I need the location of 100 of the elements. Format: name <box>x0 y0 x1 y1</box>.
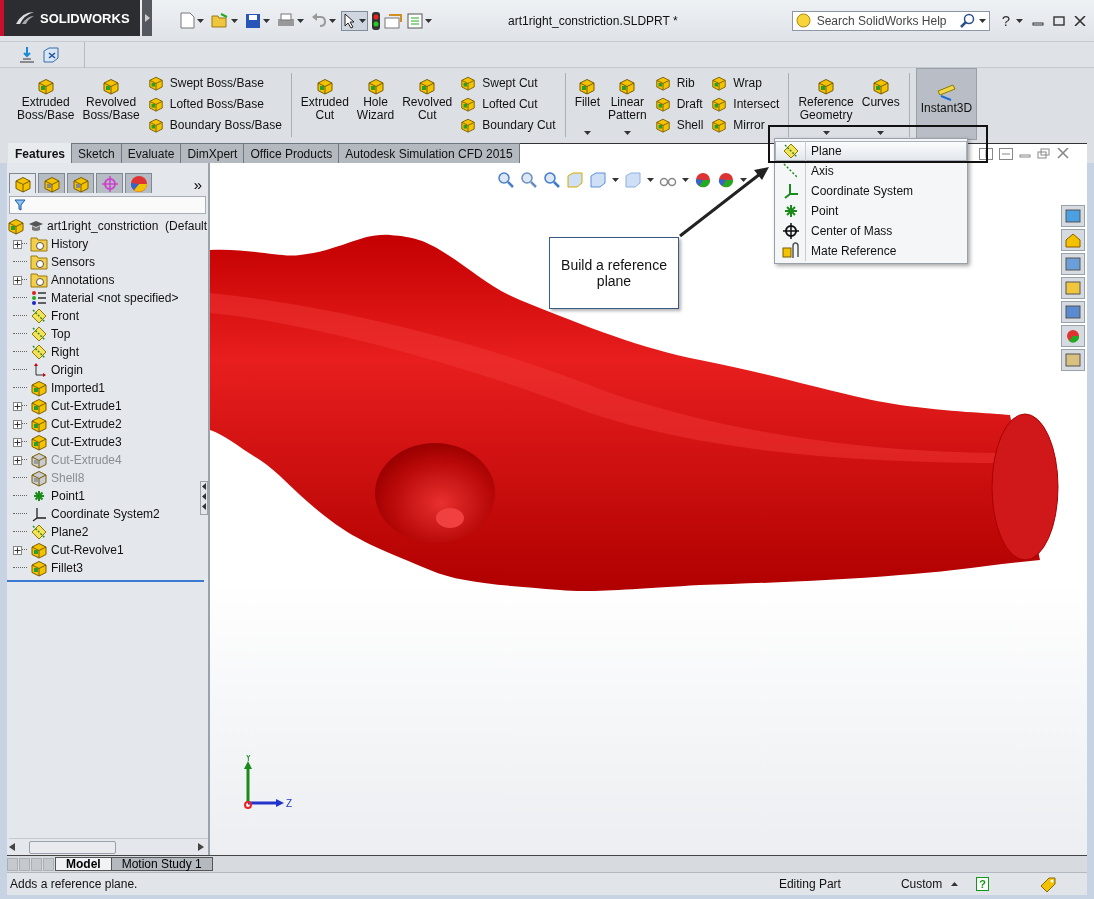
task-pane-button[interactable] <box>1061 349 1085 371</box>
tree-item-label[interactable]: Coordinate System2 <box>51 507 160 521</box>
menu-item[interactable]: Center of Mass <box>775 221 967 241</box>
menu-item[interactable]: Coordinate System <box>775 181 967 201</box>
cube-icon[interactable] <box>589 171 607 189</box>
expand-toggle[interactable] <box>13 419 22 429</box>
caret-up-icon[interactable] <box>951 882 959 886</box>
ribbon-button[interactable]: Shell <box>651 117 707 133</box>
task-pane-button[interactable] <box>1061 253 1085 275</box>
search-icon[interactable] <box>959 13 975 28</box>
ribbon-button[interactable]: Instant3D <box>915 68 978 140</box>
ribbon-button[interactable]: Wrap <box>708 75 783 91</box>
panel-collapse-handle[interactable] <box>200 481 208 515</box>
zoom-icon[interactable] <box>497 171 515 189</box>
scroll-right-icon[interactable] <box>198 843 204 851</box>
command-tab[interactable]: Office Products <box>243 143 340 163</box>
new-button[interactable] <box>178 10 206 31</box>
panel-tab[interactable] <box>96 173 123 193</box>
expand-toggle[interactable] <box>13 437 22 447</box>
sketch-tool-icon[interactable] <box>18 45 36 64</box>
ribbon-button[interactable]: Draft <box>651 96 707 112</box>
tree-item-label[interactable]: Right <box>51 345 79 359</box>
expand-arrow-icon[interactable] <box>144 14 150 22</box>
tree-item-label[interactable]: Sensors <box>51 255 96 269</box>
ribbon-button[interactable]: Curves <box>858 73 903 137</box>
ribbon-button[interactable]: Linear Pattern <box>604 73 650 137</box>
ribbon-button[interactable]: Reference Geometry <box>795 73 857 137</box>
tree-item-label[interactable]: Fillet3 <box>51 561 83 575</box>
units-selector[interactable]: Custom <box>900 877 943 891</box>
bottom-tab[interactable]: Model <box>55 857 112 871</box>
ribbon-button[interactable]: Rib <box>651 75 707 91</box>
ribbon-button[interactable]: Boundary Boss/Base <box>144 117 285 133</box>
magnifier-icon[interactable] <box>543 171 561 189</box>
ribbon-button[interactable]: Revolved Cut <box>399 73 456 137</box>
bottom-tab[interactable]: Motion Study 1 <box>110 857 213 871</box>
help-button[interactable]: ? <box>1001 12 1023 29</box>
ribbon-button[interactable]: Revolved Boss/Base <box>79 73 143 137</box>
sphere-icon[interactable] <box>717 171 735 189</box>
tree-item-label[interactable]: History <box>51 237 89 251</box>
task-pane-button[interactable] <box>1061 205 1085 227</box>
tree-item-label[interactable]: Cut-Extrude2 <box>51 417 122 431</box>
menu-item[interactable]: Mate Reference <box>775 241 967 261</box>
menu-item[interactable]: Axis <box>775 161 967 181</box>
select-button[interactable] <box>341 10 368 31</box>
tree-item-label[interactable]: Imported1 <box>51 381 106 395</box>
ribbon-button[interactable]: Boundary Cut <box>457 117 559 133</box>
tag-icon[interactable] <box>1039 876 1057 892</box>
zoom-icon[interactable] <box>520 171 538 189</box>
ribbon-button[interactable]: Extruded Boss/Base <box>14 73 78 137</box>
tree-item-label[interactable]: Cut-Revolve1 <box>51 543 124 557</box>
task-pane-button[interactable] <box>1061 277 1085 299</box>
ribbon-button[interactable]: Intersect <box>708 96 783 112</box>
properties-button[interactable] <box>405 10 434 31</box>
cube-edit-icon[interactable] <box>42 45 60 64</box>
more-button[interactable]: » <box>189 176 206 193</box>
tree-item-label[interactable]: Point1 <box>51 489 86 503</box>
close-icon[interactable] <box>1074 15 1086 26</box>
ribbon-button[interactable]: Swept Boss/Base <box>144 75 285 91</box>
task-pane-button[interactable] <box>1061 301 1085 323</box>
ribbon-button[interactable]: Lofted Cut <box>457 96 559 112</box>
command-tab[interactable]: DimXpert <box>180 143 245 163</box>
tree-item-label[interactable]: Top <box>51 327 71 341</box>
command-tab[interactable]: Autodesk Simulation CFD 2015 <box>338 143 520 163</box>
task-pane-button[interactable] <box>1061 229 1085 251</box>
panel-tab[interactable] <box>67 173 94 193</box>
ribbon-button[interactable]: Mirror <box>708 117 783 133</box>
tree-item-label[interactable]: Plane2 <box>51 525 89 539</box>
ribbon-button[interactable]: Extruded Cut <box>297 73 352 137</box>
ribbon-button[interactable]: Swept Cut <box>457 75 559 91</box>
tree-item-label[interactable]: Cut-Extrude1 <box>51 399 122 413</box>
restore-icon[interactable] <box>1037 148 1051 159</box>
menu-item[interactable]: Point <box>775 201 967 221</box>
panel-tab[interactable] <box>38 173 65 193</box>
sphere-icon[interactable] <box>694 171 712 189</box>
menu-item[interactable]: Plane <box>775 141 967 161</box>
panel-tab[interactable] <box>125 173 152 193</box>
command-tab[interactable]: Sketch <box>71 143 122 163</box>
expand-toggle[interactable] <box>13 545 22 555</box>
tree-item-label[interactable]: Origin <box>51 363 83 377</box>
command-tab[interactable]: Features <box>8 143 73 163</box>
command-tab[interactable]: Evaluate <box>120 143 182 163</box>
expand-toggle[interactable] <box>13 401 22 411</box>
help-button[interactable]: ? <box>976 877 989 891</box>
split-view-button[interactable] <box>979 147 993 160</box>
expand-toggle[interactable] <box>13 239 22 249</box>
tree-item-label[interactable]: art1right_constriction (Default <box>47 219 208 233</box>
open-button[interactable] <box>209 10 240 31</box>
ribbon-button[interactable]: Hole Wizard <box>353 73 398 137</box>
tree-item-label[interactable]: Cut-Extrude3 <box>51 435 122 449</box>
expand-toggle[interactable] <box>13 455 22 465</box>
tree-item-label[interactable]: Material <not specified> <box>51 291 179 305</box>
scroll-left-icon[interactable] <box>9 843 15 851</box>
tree-item-label[interactable]: Front <box>51 309 79 323</box>
expand-toggle[interactable] <box>13 275 22 285</box>
task-pane-button[interactable] <box>1061 325 1085 347</box>
panel-tab[interactable] <box>9 173 36 193</box>
traffic-light-icon[interactable] <box>371 11 381 30</box>
tree-item-label[interactable]: Annotations <box>51 273 115 287</box>
ribbon-button[interactable]: Fillet <box>571 73 603 137</box>
filter-field[interactable] <box>9 196 206 214</box>
